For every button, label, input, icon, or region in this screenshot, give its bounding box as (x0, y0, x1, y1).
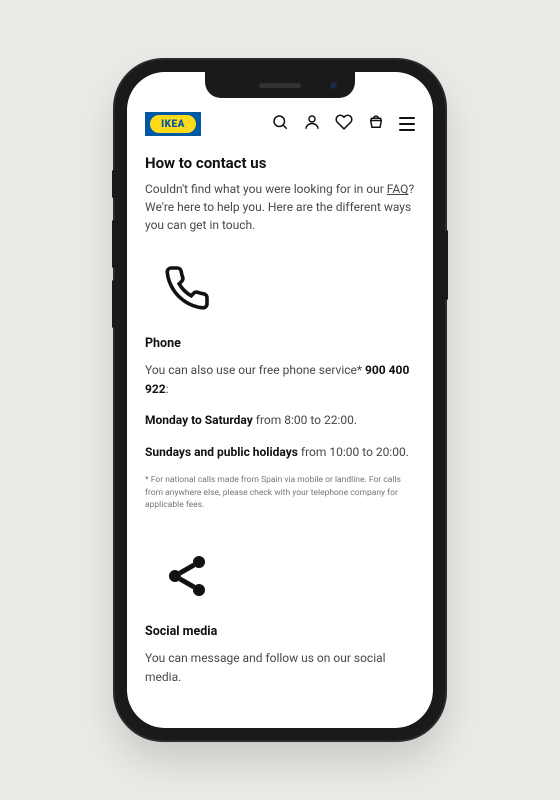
phone-text-prefix: You can also use our free phone service* (145, 363, 365, 377)
phone-text-suffix: : (166, 382, 169, 396)
phone-service-text: You can also use our free phone service*… (145, 361, 415, 399)
phone-camera (330, 82, 337, 89)
phone-hours-weekend: Sundays and public holidays from 10:00 t… (145, 443, 415, 462)
social-heading: Social media (145, 624, 415, 639)
weekend-label: Sundays and public holidays (145, 445, 298, 459)
phone-volume-up (112, 220, 115, 268)
ikea-logo-text: IKEA (150, 115, 196, 133)
weekday-label: Monday to Saturday (145, 413, 253, 427)
page-title: How to contact us (145, 154, 415, 172)
phone-footnote: * For national calls made from Spain via… (145, 474, 415, 512)
phone-icon (163, 264, 415, 316)
phone-mute-switch (112, 170, 115, 198)
phone-heading: Phone (145, 336, 415, 351)
social-body: You can message and follow us on our soc… (145, 649, 415, 687)
phone-device-frame: IKEA (115, 60, 445, 740)
faq-link[interactable]: FAQ (387, 182, 409, 196)
search-icon[interactable] (271, 113, 289, 135)
phone-notch (205, 72, 355, 98)
weekday-hours: from 8:00 to 22:00. (253, 413, 357, 427)
page-content: IKEA (127, 72, 433, 728)
site-header: IKEA (145, 112, 415, 136)
wishlist-icon[interactable] (335, 113, 353, 135)
header-actions (271, 113, 415, 135)
share-icon (163, 552, 415, 604)
cart-icon[interactable] (367, 113, 385, 135)
account-icon[interactable] (303, 113, 321, 135)
page-intro: Couldn't find what you were looking for … (145, 180, 415, 234)
ikea-logo[interactable]: IKEA (145, 112, 201, 136)
phone-volume-down (112, 280, 115, 328)
phone-hours-weekday: Monday to Saturday from 8:00 to 22:00. (145, 411, 415, 430)
intro-text-prefix: Couldn't find what you were looking for … (145, 182, 387, 196)
phone-screen: IKEA (127, 72, 433, 728)
phone-speaker (259, 83, 301, 88)
weekend-hours: from 10:00 to 20:00. (298, 445, 409, 459)
menu-icon[interactable] (399, 117, 415, 131)
phone-power-button (445, 230, 448, 300)
